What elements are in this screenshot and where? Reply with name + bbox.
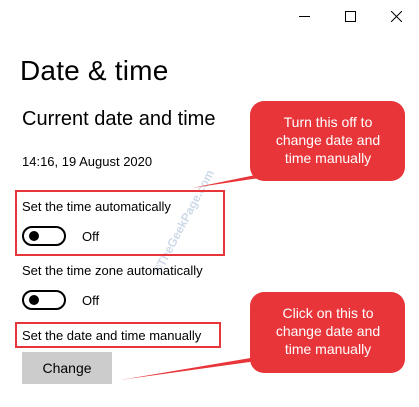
callout-bottom-text: Click on this to change date and time ma… [275,305,381,357]
callout-top-text: Turn this off to change date and time ma… [275,114,381,166]
